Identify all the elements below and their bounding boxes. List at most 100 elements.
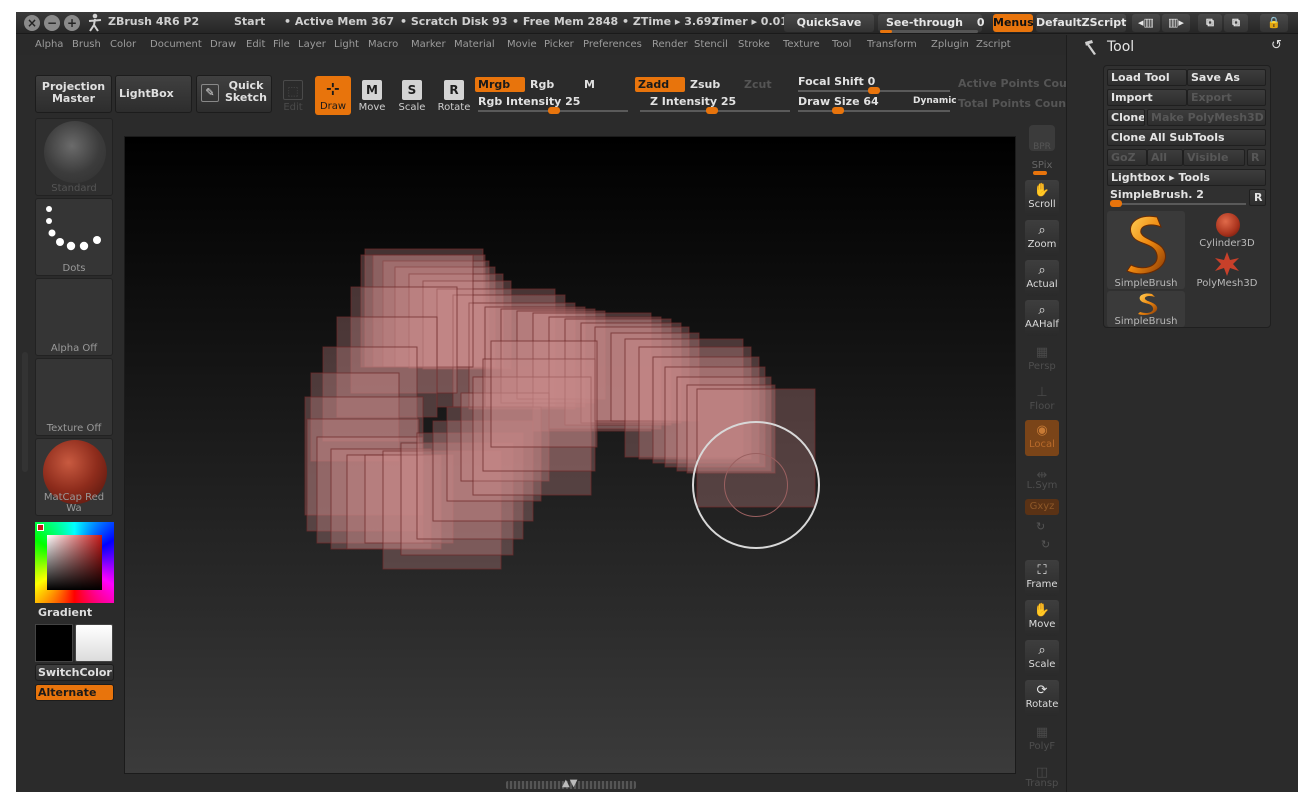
rgb-intensity-knob[interactable]	[548, 107, 560, 114]
actual-button[interactable]: ⌕ Actual	[1025, 260, 1059, 296]
z-intensity-slider[interactable]: Z Intensity 25	[650, 95, 790, 108]
menus-button[interactable]: Menus	[993, 14, 1034, 32]
lock-icon[interactable]: 🔒	[1260, 14, 1288, 32]
default-zscript-button[interactable]: DefaultZScript	[1036, 14, 1126, 32]
menu-zplugin[interactable]: Zplugin	[931, 39, 969, 50]
subtool-r-button[interactable]: R	[1249, 189, 1266, 206]
main-color-swatch[interactable]	[35, 624, 73, 662]
menu-transform[interactable]: Transform	[867, 39, 917, 50]
focal-shift-track[interactable]	[798, 87, 950, 94]
left-tray-handle[interactable]	[22, 352, 28, 472]
zsub-toggle[interactable]: Zsub	[687, 77, 737, 92]
local-button[interactable]: ◉ Local	[1025, 420, 1059, 456]
menu-preferences[interactable]: Preferences	[583, 39, 642, 50]
transp-button[interactable]: ◫ Transp	[1025, 762, 1059, 790]
stroke-slot[interactable]: Dots	[35, 198, 113, 276]
menu-stroke[interactable]: Stroke	[738, 39, 770, 50]
frame-button[interactable]: ⛶ Frame	[1025, 560, 1059, 596]
rotate-view-button[interactable]: ⟳ Rotate	[1025, 680, 1059, 716]
aahalf-button[interactable]: ⌕ AAHalf	[1025, 300, 1059, 336]
rotate-tool-button[interactable]: R Rotate	[436, 77, 472, 115]
menu-stencil[interactable]: Stencil	[694, 39, 728, 50]
start-link[interactable]: Start	[234, 15, 265, 28]
menu-light[interactable]: Light	[334, 39, 359, 50]
material-slot[interactable]: MatCap Red Wa	[35, 438, 113, 516]
goz-all-button[interactable]: All	[1147, 149, 1183, 166]
switch-color-button[interactable]: SwitchColor	[35, 664, 114, 681]
draw-size-knob[interactable]	[832, 107, 844, 114]
lightbox-button[interactable]: LightBox	[115, 75, 192, 113]
import-button[interactable]: Import	[1107, 89, 1187, 106]
menu-texture[interactable]: Texture	[783, 39, 820, 50]
persp-button[interactable]: ▦ Persp	[1025, 342, 1059, 378]
lsym-button[interactable]: ⇹ L.Sym	[1025, 468, 1059, 494]
quick-sketch-button[interactable]: ✎ Quick Sketch	[196, 75, 272, 113]
menu-document[interactable]: Document	[150, 39, 202, 50]
menu-alpha[interactable]: Alpha	[35, 39, 63, 50]
gxyz-button[interactable]: Gxyz	[1025, 499, 1059, 515]
menu-layer[interactable]: Layer	[298, 39, 326, 50]
palette-reset-icon[interactable]: ↺	[1271, 38, 1282, 53]
rotate-axis-2-icon[interactable]: ↻	[1041, 538, 1050, 551]
simplebrush-slider[interactable]: SimpleBrush. 2	[1110, 188, 1246, 201]
maximize-icon[interactable]: +	[64, 15, 80, 31]
color-picker[interactable]	[35, 522, 114, 603]
alternate-button[interactable]: Alternate	[35, 684, 114, 701]
texture-slot[interactable]: Texture Off	[35, 358, 113, 436]
canvas-up-arrow-icon[interactable]: ▲▼	[562, 778, 577, 789]
move-view-button[interactable]: ✋ Move	[1025, 600, 1059, 636]
simplebrush-thumbnail-small[interactable]: SimpleBrush	[1107, 291, 1185, 327]
zadd-toggle[interactable]: Zadd	[635, 77, 685, 92]
quicksave-button[interactable]: QuickSave	[784, 14, 874, 32]
projection-master-button[interactable]: Projection Master	[35, 75, 112, 113]
cylinder3d-thumbnail[interactable]: Cylinder3D	[1188, 211, 1266, 251]
zcut-toggle[interactable]: Zcut	[741, 77, 781, 92]
load-tool-button[interactable]: Load Tool	[1107, 69, 1187, 86]
simplebrush-thumbnail-large[interactable]: SimpleBrush	[1107, 211, 1185, 289]
menu-render[interactable]: Render	[652, 39, 688, 50]
z-intensity-knob[interactable]	[706, 107, 718, 114]
menu-color[interactable]: Color	[110, 39, 136, 50]
rotate-axis-1-icon[interactable]: ↻	[1036, 520, 1045, 533]
scale-view-button[interactable]: ⌕ Scale	[1025, 640, 1059, 676]
menu-draw[interactable]: Draw	[210, 39, 236, 50]
tray-right-icon[interactable]: ▥▸	[1162, 14, 1190, 32]
close-icon[interactable]: ×	[24, 15, 40, 31]
polyf-button[interactable]: ▦ PolyF	[1025, 722, 1059, 758]
layout-2-icon[interactable]: ⧉	[1224, 14, 1248, 32]
menu-material[interactable]: Material	[454, 39, 495, 50]
mrgb-toggle[interactable]: Mrgb	[475, 77, 525, 92]
color-picker-square[interactable]	[47, 535, 102, 590]
spix-slider[interactable]: SPix	[1025, 160, 1059, 175]
minimize-icon[interactable]: −	[44, 15, 60, 31]
goz-button[interactable]: GoZ	[1107, 149, 1147, 166]
scroll-button[interactable]: ✋ Scroll	[1025, 180, 1059, 216]
goz-r-button[interactable]: R	[1247, 149, 1266, 166]
export-button[interactable]: Export	[1187, 89, 1266, 106]
z-intensity-track[interactable]	[640, 107, 790, 114]
menu-file[interactable]: File	[273, 39, 290, 50]
draw-size-track[interactable]	[798, 107, 950, 114]
rgb-toggle[interactable]: Rgb	[527, 77, 577, 92]
make-polymesh-button[interactable]: Make PolyMesh3D	[1147, 109, 1266, 126]
brush-slot[interactable]: Standard	[35, 118, 113, 196]
move-tool-button[interactable]: M Move	[354, 77, 390, 115]
focal-shift-knob[interactable]	[868, 87, 880, 94]
menu-brush[interactable]: Brush	[72, 39, 101, 50]
zoom-button[interactable]: ⌕ Zoom	[1025, 220, 1059, 256]
layout-1-icon[interactable]: ⧉	[1198, 14, 1222, 32]
menu-edit[interactable]: Edit	[246, 39, 265, 50]
menu-marker[interactable]: Marker	[411, 39, 446, 50]
m-toggle[interactable]: M	[581, 77, 621, 92]
menu-tool[interactable]: Tool	[832, 39, 851, 50]
clone-button[interactable]: Clone	[1107, 109, 1145, 126]
menu-picker[interactable]: Picker	[544, 39, 574, 50]
spix-knob[interactable]	[1033, 171, 1047, 175]
draw-size-slider[interactable]: Draw Size 64	[798, 95, 908, 108]
alpha-slot[interactable]: Alpha Off	[35, 278, 113, 356]
dynamic-toggle[interactable]: Dynamic	[913, 96, 957, 106]
floor-button[interactable]: ⊥ Floor	[1025, 382, 1059, 418]
menu-macro[interactable]: Macro	[368, 39, 398, 50]
menu-zscript[interactable]: Zscript	[976, 39, 1011, 50]
see-through-slider[interactable]: See-through 0	[878, 14, 985, 33]
